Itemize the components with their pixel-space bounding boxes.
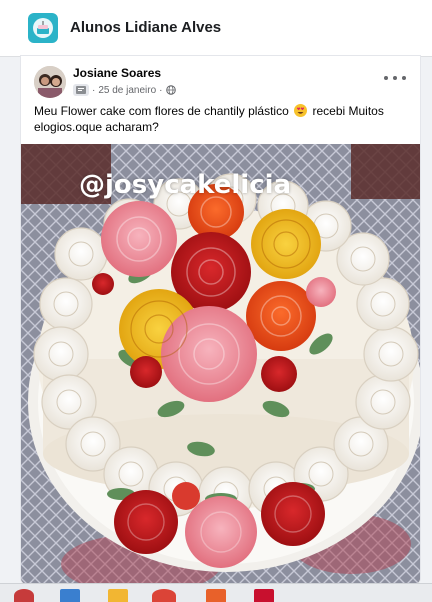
post-photo[interactable]: @josycakelicia <box>21 144 420 584</box>
author-name[interactable]: Josiane Soares <box>73 66 161 80</box>
app-icon[interactable] <box>206 589 226 602</box>
globe-icon <box>165 85 176 95</box>
photo-watermark: @josycakelicia <box>79 170 292 200</box>
avatar[interactable] <box>34 66 66 98</box>
group-title[interactable]: Alunos Lidiane Alves <box>70 19 221 36</box>
post-meta: · 25 de janeiro · <box>73 83 176 97</box>
post-text: Meu Flower cake com flores de chantily p… <box>34 103 410 135</box>
post-date[interactable]: 25 de janeiro <box>98 85 156 96</box>
pdf-icon[interactable] <box>254 589 274 602</box>
admin-badge-icon <box>73 84 89 96</box>
cake-group-icon[interactable] <box>28 13 58 43</box>
more-options-button[interactable] <box>384 72 406 84</box>
post-text-part1: Meu Flower cake com flores de chantily p… <box>34 104 289 118</box>
flower-cake-photo <box>21 144 420 584</box>
separator-dot: · <box>92 84 96 96</box>
cake-icon <box>33 18 53 38</box>
taskbar <box>0 583 432 602</box>
post-card: Josiane Soares · 25 de janeiro · Meu Flo… <box>21 56 420 584</box>
author-avatar-image <box>34 66 66 98</box>
group-header: Alunos Lidiane Alves <box>0 0 432 57</box>
chrome-icon[interactable] <box>152 589 176 602</box>
paint-icon[interactable] <box>14 589 34 602</box>
calculator-icon[interactable] <box>60 589 80 602</box>
heart-eyes-emoji <box>294 104 308 117</box>
folder-icon[interactable] <box>108 589 128 602</box>
separator-dot: · <box>159 84 163 96</box>
